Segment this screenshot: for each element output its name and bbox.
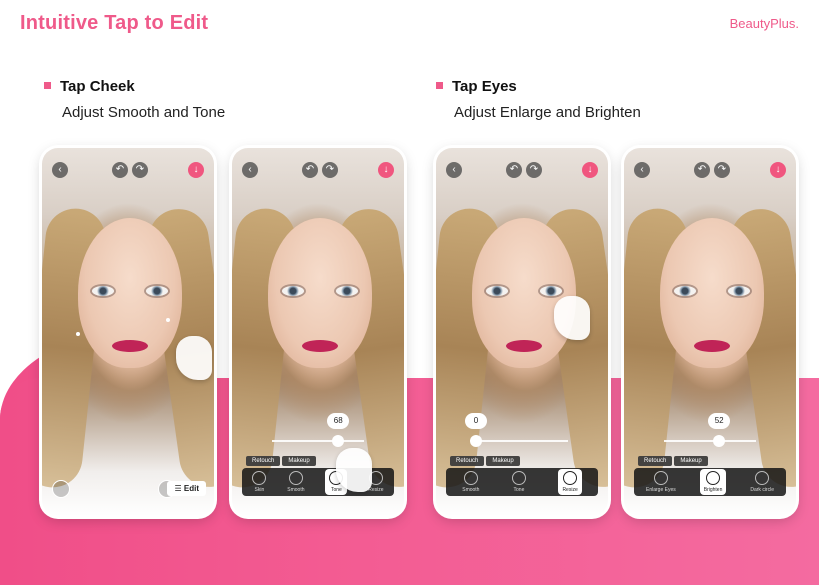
face[interactable] (78, 218, 182, 368)
tab-retouch[interactable]: Retouch (638, 456, 673, 466)
resize-icon (563, 471, 578, 485)
back-icon[interactable]: ‹ (446, 162, 462, 178)
face[interactable] (660, 218, 764, 368)
left-eye[interactable] (92, 286, 114, 296)
slider-track[interactable] (476, 440, 568, 442)
tool-label: Brighten (703, 487, 723, 493)
enlarge-eyes-icon (653, 471, 668, 485)
headline: Intuitive Tap to Edit (20, 12, 209, 34)
tone-icon (511, 471, 526, 485)
back-icon[interactable]: ‹ (634, 162, 650, 178)
bullet-icon (44, 81, 51, 89)
tool-skin[interactable]: Skin (252, 471, 267, 493)
tool-bar: Enlarge Eyes Brighten Dark circle (634, 468, 786, 496)
undo-icon[interactable]: ↶ (694, 162, 710, 178)
redo-icon[interactable]: ↷ (322, 162, 338, 178)
right-eye[interactable] (728, 286, 750, 296)
smooth-icon (463, 471, 478, 485)
tap-hand-icon (336, 448, 372, 492)
phone-screen-1: ‹ ↶ ↷ ↓ ☰ Edit (42, 148, 214, 516)
bullet-icon (436, 81, 443, 89)
tool-label: Dark circle (750, 487, 774, 493)
left-eye[interactable] (674, 286, 696, 296)
right-eye[interactable] (540, 286, 562, 296)
right-eye[interactable] (336, 286, 358, 296)
slider-track[interactable] (272, 440, 364, 442)
slider-track[interactable] (664, 440, 756, 442)
section-subtitle-cheek: Adjust Smooth and Tone (62, 104, 226, 121)
redo-icon[interactable]: ↷ (714, 162, 730, 178)
tool-enlarge-eyes[interactable]: Enlarge Eyes (646, 471, 676, 493)
back-icon[interactable]: ‹ (52, 162, 68, 178)
slider-value: 52 (708, 413, 731, 429)
tool-smooth[interactable]: Smooth (462, 471, 479, 493)
phone-screen-4: ‹ ↶ ↷ ↓ 52 Retouch Makeup Enlarge Eyes Br… (624, 148, 796, 516)
lips[interactable] (694, 340, 730, 352)
tap-hand-icon (554, 296, 590, 340)
tool-resize[interactable]: Resize (558, 469, 582, 495)
tab-makeup[interactable]: Makeup (486, 456, 520, 466)
download-icon[interactable]: ↓ (378, 162, 394, 178)
tool-label: Tone (513, 487, 525, 493)
tool-bar: Smooth Tone Resize (446, 468, 598, 496)
section-title-eyes: Tap Eyes (436, 78, 517, 95)
tool-label: Smooth (462, 487, 480, 493)
redo-icon[interactable]: ↷ (132, 162, 148, 178)
smooth-icon (288, 471, 303, 485)
undo-icon[interactable]: ↶ (112, 162, 128, 178)
crop-icon[interactable] (52, 480, 70, 498)
tab-bar: Retouch Makeup (638, 456, 708, 466)
redo-icon[interactable]: ↷ (526, 162, 542, 178)
edit-sliders-icon: ☰ (174, 484, 184, 493)
left-eye[interactable] (486, 286, 508, 296)
phone-screen-2: ‹ ↶ ↷ ↓ 68 Retouch Makeup Skin Smooth Tone… (232, 148, 404, 516)
phone-screen-3: ‹ ↶ ↷ ↓ 0 Retouch Makeup Smooth Tone Resiz… (436, 148, 608, 516)
tool-tone[interactable]: Tone (511, 471, 526, 493)
brand-logo: BeautyPlus. (729, 16, 799, 31)
slider-value: 0 (465, 413, 487, 429)
lips[interactable] (506, 340, 542, 352)
slider-knob[interactable] (470, 435, 482, 447)
tool-dark-circle[interactable]: Dark circle (750, 471, 774, 493)
brighten-icon (706, 471, 721, 485)
left-eye[interactable] (282, 286, 304, 296)
slider-value: 68 (327, 413, 350, 429)
tab-makeup[interactable]: Makeup (674, 456, 708, 466)
face[interactable] (268, 218, 372, 368)
undo-icon[interactable]: ↶ (506, 162, 522, 178)
tool-smooth[interactable]: Smooth (287, 471, 305, 493)
right-eye[interactable] (146, 286, 168, 296)
tool-label: Resize (562, 487, 578, 493)
download-icon[interactable]: ↓ (582, 162, 598, 178)
edit-button[interactable]: ☰ Edit (167, 481, 206, 496)
tool-label: Smooth (287, 487, 305, 493)
lips[interactable] (302, 340, 338, 352)
face[interactable] (472, 218, 576, 368)
tab-bar: Retouch Makeup (450, 456, 520, 466)
tab-retouch[interactable]: Retouch (450, 456, 485, 466)
dark-circle-icon (755, 471, 770, 485)
download-icon[interactable]: ↓ (770, 162, 786, 178)
tap-hand-icon (176, 336, 212, 380)
undo-icon[interactable]: ↶ (302, 162, 318, 178)
tool-brighten[interactable]: Brighten (699, 469, 727, 495)
tool-label: Enlarge Eyes (646, 487, 676, 493)
tool-label: Resize (368, 487, 384, 493)
tab-makeup[interactable]: Makeup (282, 456, 316, 466)
tab-bar: Retouch Makeup (246, 456, 316, 466)
tool-label: Skin (254, 487, 265, 493)
skin-icon (252, 471, 267, 485)
tap-point (76, 332, 80, 336)
tool-label: Tone (330, 487, 342, 493)
section-title-cheek: Tap Cheek (44, 78, 135, 95)
tab-retouch[interactable]: Retouch (246, 456, 281, 466)
lips[interactable] (112, 340, 148, 352)
back-icon[interactable]: ‹ (242, 162, 258, 178)
tap-point (166, 318, 170, 322)
download-icon[interactable]: ↓ (188, 162, 204, 178)
section-subtitle-eyes: Adjust Enlarge and Brighten (454, 104, 641, 121)
